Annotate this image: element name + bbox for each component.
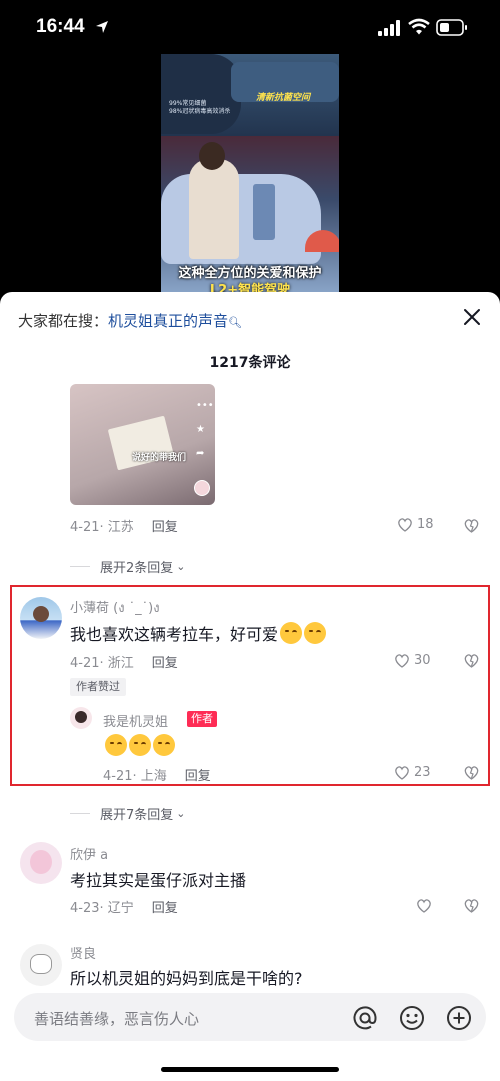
comment-image-thumbnail[interactable]: 说好的带我们 ••• ★ ➦ — [70, 384, 215, 505]
chevron-down-icon: ⌄ — [176, 807, 186, 820]
comment-sheet: 大家都在搜：机灵姐真正的声音🔍︎ 1217条评论 说好的带我们 ••• ★ ➦ 4-… — [0, 292, 500, 1081]
person-head — [199, 142, 225, 170]
reply-button[interactable]: 回复 — [152, 656, 178, 671]
expand-replies-button[interactable]: 展开2条回复 ⌄ — [70, 557, 186, 576]
heart-icon — [395, 766, 409, 780]
expand-replies-label: 展开7条回复 — [100, 808, 174, 823]
expand-replies-button[interactable]: 展开7条回复 ⌄ — [70, 804, 186, 823]
add-circle-icon[interactable] — [446, 1005, 472, 1031]
video-preview[interactable]: 清新抗菌空间 99%常见细菌 98%冠状病毒高效消杀 这种全方位的关爱和保护 L… — [161, 54, 339, 294]
comment-meta: 4-21· 浙江 回复 — [70, 652, 178, 671]
smirk-emoji-icon — [153, 734, 175, 756]
avatar-face — [75, 711, 87, 723]
smirk-emoji-icon — [280, 622, 303, 644]
person-image — [189, 159, 239, 259]
comment-date: 4-23· 辽宁 — [70, 901, 134, 916]
car-seat — [161, 54, 241, 134]
divider-line — [70, 813, 90, 814]
like-count: 18 — [417, 517, 434, 532]
like-button[interactable]: 23 — [394, 765, 431, 780]
thumbnail-side-icons: ••• ★ ➦ — [196, 400, 214, 459]
divider-line — [70, 566, 90, 567]
thumbnail-caption: 说好的带我们 — [132, 453, 187, 463]
at-mention-icon[interactable] — [352, 1005, 378, 1031]
avatar-face — [30, 954, 52, 974]
dislike-icon[interactable] — [463, 652, 480, 669]
comment-text: 我也喜欢这辆考拉车，好可爱 — [70, 621, 327, 645]
reply-button[interactable]: 回复 — [152, 901, 178, 916]
comment-input-placeholder[interactable]: 善语结善缘，恶言伤人心 — [34, 1008, 199, 1029]
smirk-emoji-icon — [129, 734, 151, 756]
dislike-icon[interactable] — [463, 897, 480, 914]
heart-icon — [417, 899, 431, 913]
close-icon[interactable] — [460, 305, 484, 329]
expand-replies-label: 展开2条回复 — [100, 561, 174, 576]
video-overlay-text-2: 98%冠状病毒高效消杀 — [169, 108, 231, 115]
comment-text: 所以机灵姐的妈妈到底是干啥的? — [70, 969, 303, 988]
battery-icon — [436, 19, 467, 36]
avatar[interactable] — [20, 944, 62, 986]
like-button[interactable]: 18 — [397, 517, 434, 532]
reply-meta: 4-21· 上海 回复 — [103, 765, 211, 784]
reply-username[interactable]: 我是机灵姐 — [103, 711, 168, 730]
avatar[interactable] — [20, 842, 62, 884]
like-button[interactable] — [416, 898, 436, 913]
comment-text: 考拉其实是蛋仔派对主播 — [70, 871, 247, 890]
comment-date: 4-21· 江苏 — [70, 520, 134, 535]
reply-button[interactable]: 回复 — [152, 520, 178, 535]
comment-username[interactable]: 贤良 — [70, 943, 96, 962]
author-liked-badge: 作者赞过 — [70, 678, 126, 696]
status-time: 16:44 — [36, 16, 85, 37]
wifi-icon — [408, 18, 430, 35]
avatar[interactable] — [70, 707, 92, 729]
trending-search-prefix: 大家都在搜： — [18, 312, 109, 330]
search-icon: 🔍︎ — [228, 316, 242, 329]
kiosk-image — [253, 184, 275, 240]
like-count: 23 — [414, 765, 431, 780]
car-image — [161, 174, 321, 264]
heart-icon — [398, 518, 412, 532]
chevron-down-icon: ⌄ — [176, 560, 186, 573]
home-indicator — [161, 1067, 339, 1072]
video-overlay-title: 清新抗菌空间 — [256, 93, 311, 103]
comment-username[interactable]: 小薄荷 (ง ˙_˙)ง — [70, 597, 160, 618]
avatar-face — [33, 606, 49, 622]
trending-search[interactable]: 大家都在搜：机灵姐真正的声音🔍︎ — [18, 310, 242, 331]
cellular-signal-icon — [378, 20, 400, 36]
dislike-icon[interactable] — [463, 764, 480, 781]
status-bar: 16:44 — [0, 0, 500, 56]
trending-search-query[interactable]: 机灵姐真正的声音 — [108, 312, 228, 330]
smirk-emoji-icon — [304, 622, 327, 644]
author-tag: 作者 — [187, 711, 217, 727]
comment-date: 4-21· 浙江 — [70, 656, 134, 671]
smirk-emoji-icon — [105, 734, 127, 756]
comment-meta: 4-21· 江苏 回复 — [70, 516, 178, 535]
thumbnail-avatar — [194, 480, 210, 496]
reply-date: 4-21· 上海 — [103, 769, 167, 784]
location-arrow-icon — [96, 21, 108, 33]
comment-text-content: 我也喜欢这辆考拉车，好可爱 — [70, 625, 279, 644]
comment-count: 1217条评论 — [209, 355, 291, 371]
like-button[interactable]: 30 — [394, 653, 431, 668]
emoji-icon[interactable] — [399, 1005, 425, 1031]
comment-input-bar[interactable]: 善语结善缘，恶言伤人心 — [14, 993, 486, 1041]
edge-dot — [496, 242, 499, 245]
comment-username[interactable]: 欣伊 a — [70, 844, 108, 863]
avatar[interactable] — [20, 597, 62, 639]
heart-icon — [395, 654, 409, 668]
dislike-icon[interactable] — [463, 517, 480, 534]
reply-button[interactable]: 回复 — [185, 769, 211, 784]
avatar-face — [30, 850, 52, 874]
comment-meta: 4-23· 辽宁 回复 — [70, 897, 178, 916]
like-count: 30 — [414, 653, 431, 668]
reply-text — [103, 734, 175, 756]
